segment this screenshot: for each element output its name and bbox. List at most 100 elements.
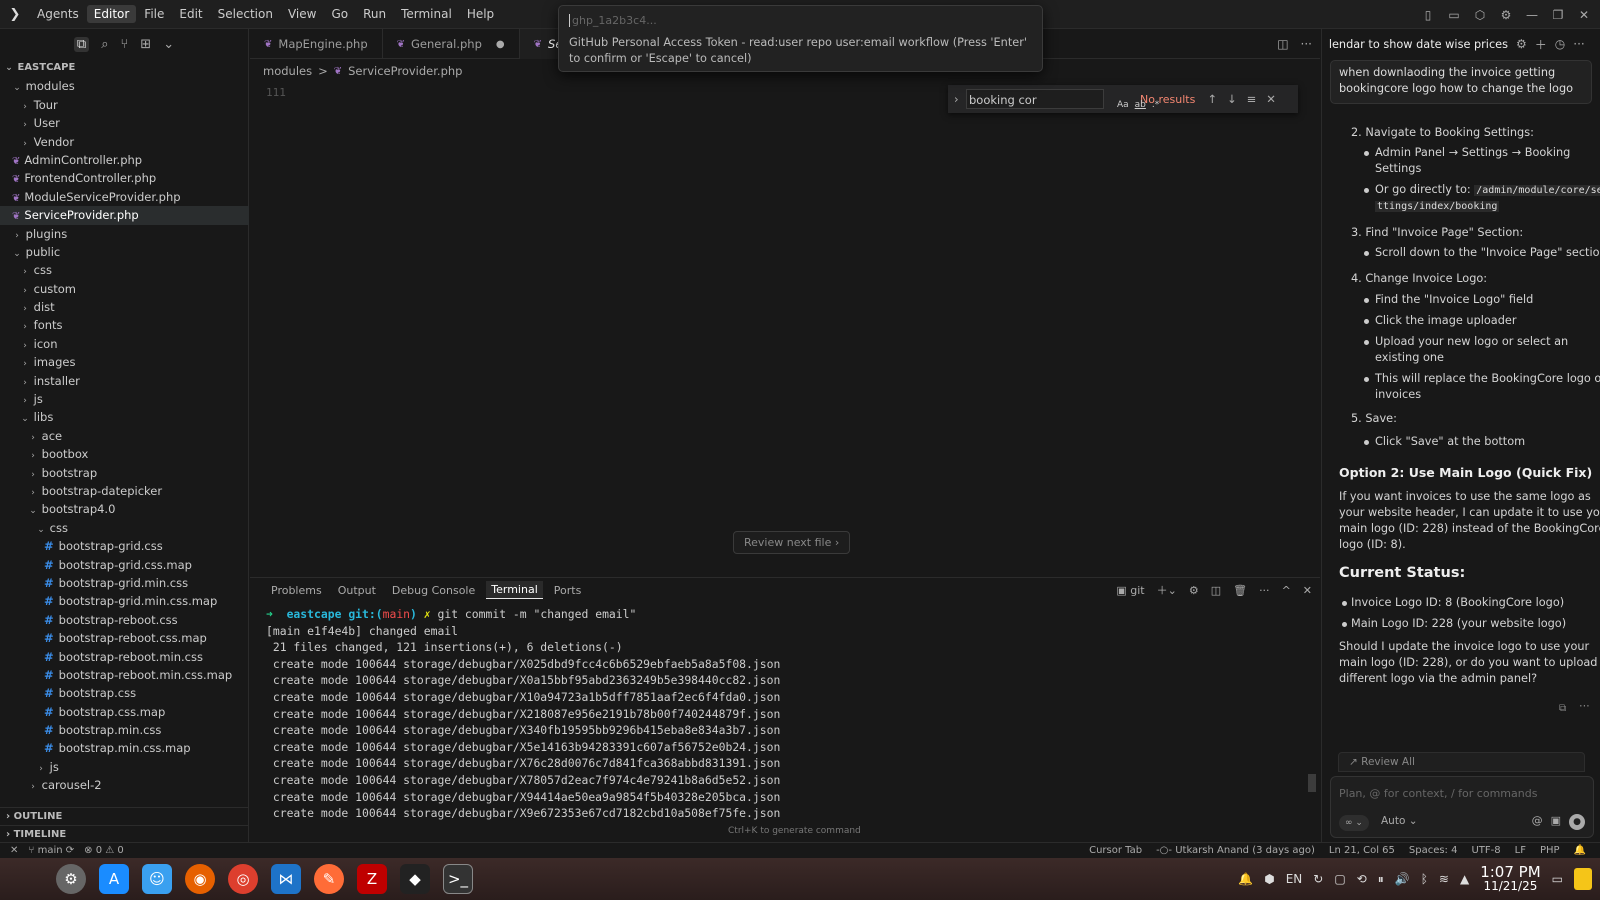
split-terminal-icon[interactable]: ◫ <box>1211 584 1221 597</box>
notifications-icon[interactable]: 🔔 <box>1574 845 1586 856</box>
toggle-sidebar-icon[interactable]: ▯ <box>1418 8 1438 22</box>
tray-expand-icon[interactable]: ▲ <box>1460 872 1469 886</box>
tree-item[interactable]: # bootstrap-reboot.css.map <box>0 629 249 647</box>
volume-icon[interactable]: 🔊 <box>1395 872 1410 886</box>
tree-item[interactable]: ❦ FrontendController.php <box>0 169 249 187</box>
clipboard-icon[interactable]: ▢ <box>1334 872 1345 886</box>
tree-item[interactable]: # bootstrap-grid.css <box>0 537 249 555</box>
new-chat-icon[interactable]: ＋ <box>1535 36 1547 53</box>
menu-selection[interactable]: Selection <box>211 5 280 23</box>
regex-toggle[interactable]: .* <box>1152 95 1159 115</box>
timeline-section[interactable]: › TIMELINE <box>0 825 249 843</box>
sync-icon[interactable]: ⟲ <box>1357 872 1367 886</box>
notification-icon[interactable]: 🔔 <box>1238 872 1253 886</box>
agent-mode-toggle[interactable]: ∞ ⌄ <box>1339 815 1369 831</box>
tree-item[interactable]: ⌄ modules <box>0 77 249 95</box>
menu-go[interactable]: Go <box>324 5 355 23</box>
bluetooth-icon[interactable]: ᛒ <box>1421 872 1428 886</box>
remote-icon[interactable]: ✕ <box>10 845 18 856</box>
tree-item[interactable]: # bootstrap-reboot.min.css.map <box>0 666 249 684</box>
firefox-icon[interactable]: ◉ <box>185 864 215 894</box>
gear-icon[interactable]: ⚙ <box>1189 584 1199 597</box>
tree-item[interactable]: # bootstrap-reboot.css <box>0 611 249 629</box>
tree-item[interactable]: › icon <box>0 335 249 353</box>
panel-tab-debug-console[interactable]: Debug Console <box>387 582 480 599</box>
tree-item[interactable]: # bootstrap.css.map <box>0 703 249 721</box>
tree-item[interactable]: # bootstrap-reboot.min.css <box>0 648 249 666</box>
tree-item[interactable]: › carousel-2 <box>0 776 249 794</box>
tree-item[interactable]: ❦ AdminController.php <box>0 151 249 169</box>
tree-item[interactable]: # bootstrap-grid.css.map <box>0 556 249 574</box>
menu-editor[interactable]: Editor <box>86 5 137 23</box>
system-settings-icon[interactable]: ⚙ <box>56 864 86 894</box>
tree-item[interactable]: › plugins <box>0 225 249 243</box>
model-select[interactable]: Auto ⌄ <box>1381 815 1418 827</box>
editor-tab[interactable]: ❦ MapEngine.php <box>250 29 383 59</box>
desktop-icon[interactable]: ▭ <box>1552 872 1563 886</box>
terminal-shell[interactable]: ▣ git <box>1116 584 1144 597</box>
more-icon[interactable]: ··· <box>1259 584 1270 597</box>
chevron-right-icon[interactable]: › <box>954 92 959 106</box>
panel-tab-output[interactable]: Output <box>333 582 381 599</box>
language-mode[interactable]: PHP <box>1540 845 1560 856</box>
outline-section[interactable]: › OUTLINE <box>0 807 249 825</box>
menu-help[interactable]: Help <box>460 5 501 23</box>
finder-icon[interactable]: ☺ <box>142 864 172 894</box>
maximize-panel-icon[interactable]: ^ <box>1282 584 1291 597</box>
review-next-file-button[interactable]: Review next file › <box>733 531 851 554</box>
menu-terminal[interactable]: Terminal <box>394 5 459 23</box>
breadcrumb-file[interactable]: ServiceProvider.php <box>348 64 462 78</box>
tree-item[interactable]: # bootstrap-grid.min.css.map <box>0 592 249 610</box>
keyboard-language[interactable]: EN <box>1286 872 1303 886</box>
branch-indicator[interactable]: ⑂ main ⟳ <box>28 845 74 856</box>
tree-item[interactable]: › fonts <box>0 316 249 334</box>
tree-item[interactable]: ❦ ModuleServiceProvider.php <box>0 188 249 206</box>
arrow-up-icon[interactable]: ↑ <box>1207 92 1217 106</box>
tree-item[interactable]: › installer <box>0 372 249 390</box>
toggle-panel-icon[interactable]: ▭ <box>1444 8 1464 22</box>
tree-item[interactable]: › bootstrap-datepicker <box>0 482 249 500</box>
tree-item[interactable]: › bootstrap <box>0 464 249 482</box>
vscode-icon[interactable]: ⋈ <box>271 864 301 894</box>
close-icon[interactable]: ✕ <box>1574 8 1594 22</box>
tree-item[interactable]: › js <box>0 390 249 408</box>
tree-item[interactable]: › User <box>0 114 249 132</box>
mention-icon[interactable]: @ <box>1532 814 1543 830</box>
layout-icon[interactable]: ⬡ <box>1470 8 1490 22</box>
tree-item[interactable]: › images <box>0 353 249 371</box>
tree-item[interactable]: # bootstrap.min.css <box>0 721 249 739</box>
more-icon[interactable]: ··· <box>1301 37 1312 51</box>
cursor-icon[interactable]: ◆ <box>400 864 430 894</box>
tree-item[interactable]: ⌄ public <box>0 243 249 261</box>
panel-tab-terminal[interactable]: Terminal <box>486 581 543 599</box>
gear-icon[interactable]: ⚙ <box>1516 37 1527 51</box>
source-control-icon[interactable]: ⑂ <box>120 37 128 52</box>
more-icon[interactable]: ··· <box>1573 37 1584 51</box>
user-message[interactable]: when downlaoding the invoice getting boo… <box>1330 60 1592 104</box>
menu-edit[interactable]: Edit <box>172 5 209 23</box>
chrome-icon[interactable]: ◎ <box>228 864 258 894</box>
maximize-icon[interactable]: ❐ <box>1548 8 1568 22</box>
encoding[interactable]: UTF-8 <box>1471 845 1500 856</box>
search-icon[interactable]: ⌕ <box>101 37 108 52</box>
tree-item[interactable]: › Vendor <box>0 133 249 151</box>
terminal-output[interactable]: ➜ eastcape git:(main) ✗ git commit -m "c… <box>266 606 780 822</box>
terminal-icon[interactable]: >_ <box>443 864 473 894</box>
new-terminal-icon[interactable]: ＋⌄ <box>1157 582 1177 598</box>
breadcrumb-folder[interactable]: modules <box>263 64 312 78</box>
tree-item[interactable]: ⌄ libs <box>0 408 249 426</box>
review-all-button[interactable]: ↗ Review All <box>1338 752 1585 772</box>
app-store-icon[interactable]: A <box>99 864 129 894</box>
tree-item[interactable]: › js <box>0 758 249 776</box>
panel-tab-problems[interactable]: Problems <box>266 582 327 599</box>
update-icon[interactable]: ↻ <box>1313 872 1323 886</box>
chat-input[interactable]: Plan, @ for context, / for commands ∞ ⌄ … <box>1330 776 1594 838</box>
tree-item[interactable]: # bootstrap.css <box>0 684 249 702</box>
chevron-down-icon[interactable]: ⌄ <box>163 37 174 52</box>
filezilla-icon[interactable]: Z <box>357 864 387 894</box>
cursor-tab-status[interactable]: Cursor Tab <box>1089 845 1142 856</box>
panel-tab-ports[interactable]: Ports <box>549 582 587 599</box>
tree-item[interactable]: ⌄ bootstrap4.0 <box>0 500 249 518</box>
tree-item[interactable]: › Tour <box>0 96 249 114</box>
microphone-icon[interactable]: ● <box>1569 814 1585 830</box>
